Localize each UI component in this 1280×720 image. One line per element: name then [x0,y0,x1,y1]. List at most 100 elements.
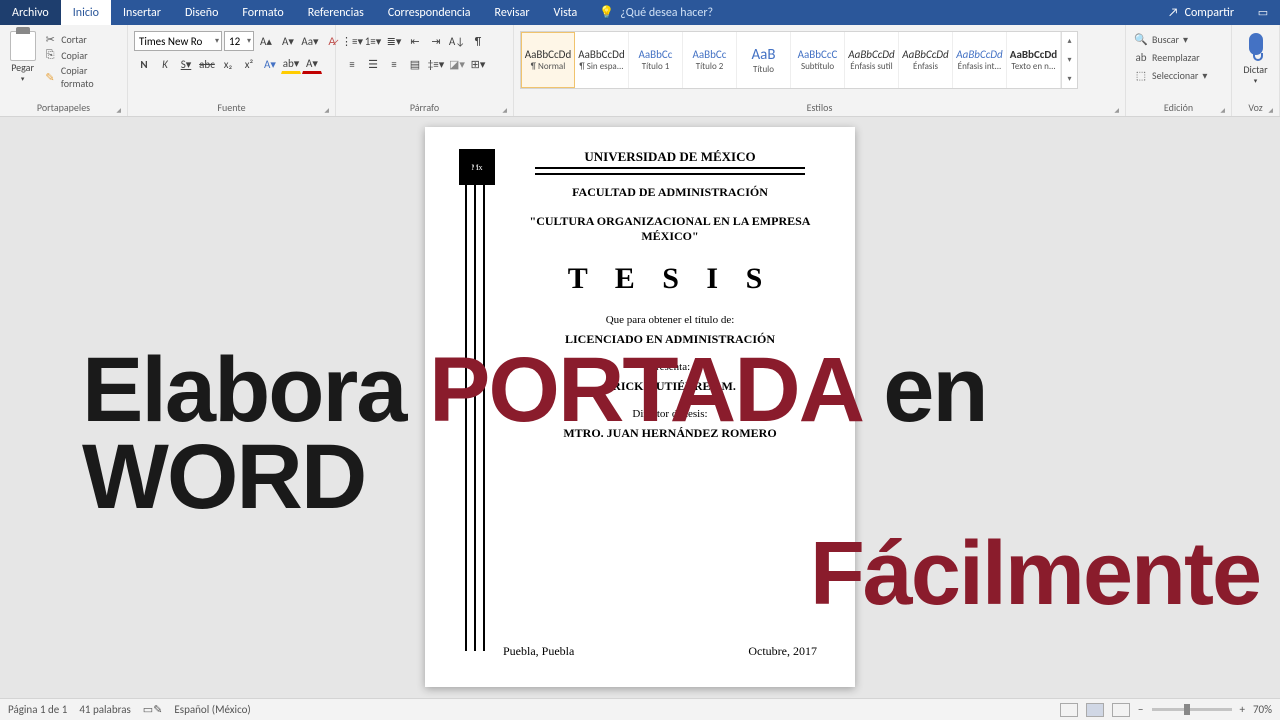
rule [535,167,805,169]
font-size-combo[interactable]: 12 [224,31,254,51]
view-web-button[interactable] [1112,703,1130,717]
doc-author: ERICK GUTIÉRREZ M. [515,379,825,394]
brush-icon: ✎ [43,70,57,84]
tab-design[interactable]: Diseño [173,0,230,25]
styles-more-button[interactable]: ▴▾▾ [1061,32,1077,88]
text-effects-button[interactable]: A▾ [260,54,280,74]
doc-date: Octubre, 2017 [748,644,817,659]
shrink-font-button[interactable]: A▾ [278,31,298,51]
line-spacing-button[interactable]: ‡≡▾ [426,54,446,74]
dictate-button[interactable]: Dictar ▾ [1236,27,1275,85]
format-painter-button[interactable]: ✎Copiar formato [43,63,121,91]
show-marks-button[interactable]: ¶ [468,31,488,51]
tell-me-search[interactable]: 💡 ¿Qué desea hacer? [589,0,723,25]
inc-indent-button[interactable]: ⇥ [426,31,446,51]
doc-degree: LICENCIADO EN ADMINISTRACIÓN [515,332,825,347]
dec-indent-button[interactable]: ⇤ [405,31,425,51]
group-clipboard-label: Portapapeles [4,100,123,116]
doc-faculty: FACULTAD DE ADMINISTRACIÓN [515,185,825,200]
doc-director: MTRO. JUAN HERNÁNDEZ ROMERO [515,426,825,441]
doc-place: Puebla, Puebla [503,644,574,659]
group-styles-label: Estilos [518,100,1121,116]
status-words[interactable]: 41 palabras [79,703,130,716]
search-placeholder: ¿Qué desea hacer? [620,6,713,20]
select-button[interactable]: ⬚Seleccionar ▾ [1134,67,1207,83]
rule [535,173,805,175]
replace-button[interactable]: abReemplazar [1134,49,1207,65]
view-read-button[interactable] [1060,703,1078,717]
style-no-spacing[interactable]: AaBbCcDd¶ Sin espa... [575,32,629,88]
sort-button[interactable]: A↓ [447,31,467,51]
strike-button[interactable]: abc [197,54,217,74]
change-case-button[interactable]: Aa▾ [300,31,320,51]
tab-file[interactable]: Archivo [0,0,61,25]
group-voice-label: Voz [1236,100,1275,116]
italic-button[interactable]: K [155,54,175,74]
styles-gallery[interactable]: AaBbCcDd¶ Normal AaBbCcDd¶ Sin espa... A… [520,31,1078,89]
style-normal[interactable]: AaBbCcDd¶ Normal [521,32,575,88]
copy-button[interactable]: ⎘Copiar [43,47,121,63]
highlight-button[interactable]: ab▾ [281,54,301,74]
borders-button[interactable]: ⊞▾ [468,54,488,74]
document-page[interactable]: Mx UNIVERSIDAD DE MÉXICO FACULTAD DE ADM… [425,127,855,687]
doc-theme: "CULTURA ORGANIZACIONAL EN LA EMPRESA MÉ… [515,214,825,244]
group-edit-label: Edición [1130,100,1227,116]
style-subtitle[interactable]: AaBbCcCSubtítulo [791,32,845,88]
style-emphasis[interactable]: AaBbCcDdÉnfasis [899,32,953,88]
justify-button[interactable]: ▤ [405,54,425,74]
cursor-icon: ⬚ [1134,68,1148,82]
style-title[interactable]: AaBTítulo [737,32,791,88]
zoom-out-button[interactable]: − [1138,703,1143,716]
scissors-icon: ✂ [43,32,57,46]
numbering-button[interactable]: 1≡▾ [363,31,383,51]
grow-font-button[interactable]: A▴ [256,31,276,51]
share-button[interactable]: ↗ Compartir [1156,0,1246,25]
ribbon-collapse-button[interactable]: ▭ [1246,0,1280,25]
underline-button[interactable]: S▾ [176,54,196,74]
margin-rules [465,149,487,651]
align-left-button[interactable]: ≡ [342,54,362,74]
view-print-button[interactable] [1086,703,1104,717]
clipboard-icon [10,31,36,61]
style-strong[interactable]: AaBbCcDdTexto en n... [1007,32,1061,88]
status-spellcheck-icon[interactable]: ▭✎ [143,703,163,716]
style-heading2[interactable]: AaBbCcTítulo 2 [683,32,737,88]
align-center-button[interactable]: ☰ [363,54,383,74]
tab-insert[interactable]: Insertar [111,0,173,25]
paste-button[interactable]: Pegar ▾ [4,27,41,83]
tab-review[interactable]: Revisar [483,0,542,25]
zoom-slider[interactable] [1152,708,1232,711]
shading-button[interactable]: ◪▾ [447,54,467,74]
style-heading1[interactable]: AaBbCcTítulo 1 [629,32,683,88]
tab-home[interactable]: Inicio [61,0,111,25]
doc-tesis: T E S I S [515,262,825,296]
tab-references[interactable]: Referencias [296,0,376,25]
copy-icon: ⎘ [43,48,57,62]
doc-presents: Presenta: [515,361,825,373]
style-intense-emph[interactable]: AaBbCcDdÉnfasis int... [953,32,1007,88]
doc-university: UNIVERSIDAD DE MÉXICO [515,149,825,165]
subscript-button[interactable]: x₂ [218,54,238,74]
cut-button[interactable]: ✂Cortar [43,31,121,47]
group-font-label: Fuente [132,100,331,116]
zoom-level[interactable]: 70% [1253,703,1272,716]
align-right-button[interactable]: ≡ [384,54,404,74]
lightbulb-icon: 💡 [599,5,614,20]
bullets-button[interactable]: ⋮≡▾ [342,31,362,51]
superscript-button[interactable]: x² [239,54,259,74]
search-icon: 🔍 [1134,32,1148,46]
tab-layout[interactable]: Formato [230,0,295,25]
font-color-button[interactable]: A▾ [302,54,322,74]
tab-mailings[interactable]: Correspondencia [376,0,483,25]
tab-view[interactable]: Vista [542,0,590,25]
find-button[interactable]: 🔍Buscar ▾ [1134,31,1207,47]
doc-obtain: Que para obtener el título de: [515,314,825,326]
status-language[interactable]: Español (México) [174,703,250,716]
group-paragraph-label: Párrafo [340,100,509,116]
zoom-in-button[interactable]: + [1240,703,1245,716]
bold-button[interactable]: N [134,54,154,74]
font-name-combo[interactable]: Times New Ro [134,31,222,51]
style-subtle-emph[interactable]: AaBbCcDdÉnfasis sutil [845,32,899,88]
status-page[interactable]: Página 1 de 1 [8,703,67,716]
multilevel-button[interactable]: ≣▾ [384,31,404,51]
